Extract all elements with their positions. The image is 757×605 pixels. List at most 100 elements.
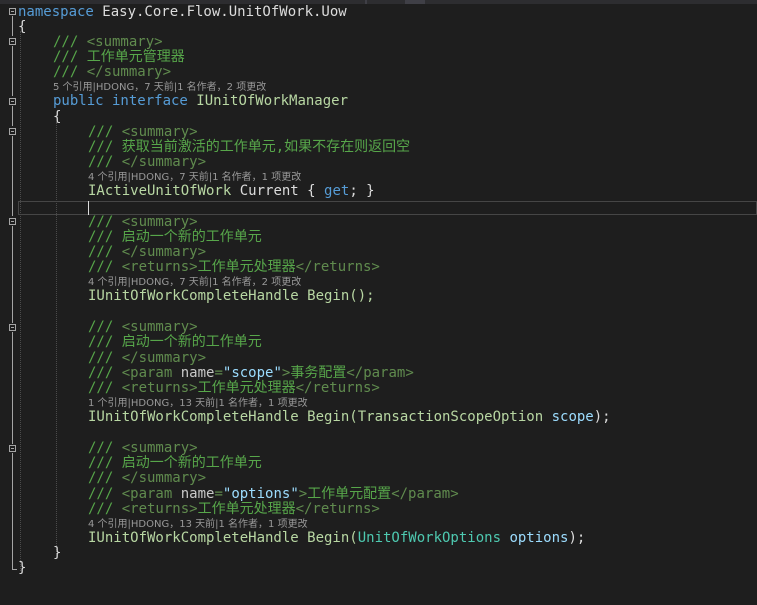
property-name: Current { xyxy=(231,183,325,199)
xml-tag: </returns> xyxy=(295,380,380,396)
brace: } xyxy=(18,560,27,576)
xml-tag: <summary> xyxy=(86,34,163,50)
code-line-open-brace: { xyxy=(18,20,26,35)
xml-attr: name xyxy=(180,486,215,502)
doc-prefix: /// xyxy=(88,380,122,396)
fold-line xyxy=(12,226,13,323)
namespace-name: Easy.Core.Flow.UnitOfWork.Uow xyxy=(93,4,347,20)
xml-tag: <summary> xyxy=(121,319,198,335)
keyword-public: public xyxy=(53,93,104,109)
xml-tag: = xyxy=(214,365,223,381)
code-line-begin-options: IUnitOfWorkCompleteHandle Begin(UnitOfWo… xyxy=(88,531,585,546)
xml-tag: <returns> xyxy=(121,380,198,396)
punctuation: ; } xyxy=(349,183,375,199)
doc-text: 工作单元配置 xyxy=(307,486,392,502)
method-signature: IUnitOfWorkCompleteHandle Begin(); xyxy=(88,288,375,304)
doc-comment-line: /// <summary> xyxy=(88,320,198,335)
code-line-begin: IUnitOfWorkCompleteHandle Begin(); xyxy=(88,289,375,304)
xml-attr: name xyxy=(180,365,215,381)
punctuation: ); xyxy=(568,530,586,546)
doc-prefix: /// xyxy=(88,139,122,155)
doc-comment-line: /// </summary> xyxy=(88,245,206,260)
brace: } xyxy=(53,545,62,561)
doc-comment-line: /// <returns>工作单元处理器</returns> xyxy=(88,381,380,396)
xml-tag: <param xyxy=(121,486,181,502)
current-line-highlight xyxy=(18,201,757,215)
fold-line xyxy=(12,332,13,444)
xml-tag: <summary> xyxy=(121,124,198,140)
parameter-name: options xyxy=(509,530,569,546)
doc-prefix: /// xyxy=(88,501,122,517)
doc-comment-line: /// 启动一个新的工作单元 xyxy=(88,456,262,471)
doc-prefix: /// xyxy=(88,455,122,471)
xml-tag: </returns> xyxy=(295,259,380,275)
fold-toggle-doc-icon[interactable] xyxy=(9,128,16,135)
code-line-close-brace: } xyxy=(18,561,26,576)
doc-comment-line: /// <summary> xyxy=(88,215,198,230)
fold-toggle-doc-icon[interactable] xyxy=(9,218,16,225)
doc-comment-line: /// <returns>工作单元处理器</returns> xyxy=(88,260,380,275)
doc-prefix: /// xyxy=(88,124,122,140)
code-line-interface: public interface IUnitOfWorkManager xyxy=(53,94,348,109)
doc-text: 工作单元处理器 xyxy=(197,501,296,517)
xml-tag: </summary> xyxy=(121,154,207,170)
xml-tag: <returns> xyxy=(121,259,198,275)
brace: { xyxy=(53,109,62,125)
fold-line xyxy=(12,106,13,126)
doc-comment-line: /// 启动一个新的工作单元 xyxy=(88,335,262,350)
fold-toggle-doc-icon[interactable] xyxy=(9,324,16,331)
xml-tag: </summary> xyxy=(121,244,207,260)
fold-line xyxy=(12,453,13,569)
doc-prefix: /// xyxy=(53,49,87,65)
fold-line xyxy=(12,136,13,216)
doc-prefix: /// xyxy=(88,350,122,366)
xml-tag: </summary> xyxy=(121,350,207,366)
method-signature: IUnitOfWorkCompleteHandle Begin( xyxy=(88,530,358,546)
doc-text: 启动一个新的工作单元 xyxy=(121,334,262,350)
punctuation: ); xyxy=(593,409,611,425)
xml-tag: <summary> xyxy=(121,440,198,456)
fold-toggle-doc-icon[interactable] xyxy=(9,38,16,45)
indent-guide xyxy=(56,122,57,554)
doc-text: 启动一个新的工作单元 xyxy=(121,455,262,471)
keyword-get: get xyxy=(324,183,350,199)
doc-prefix: /// xyxy=(88,214,122,230)
doc-prefix: /// xyxy=(88,334,122,350)
fold-toggle-doc-icon[interactable] xyxy=(9,445,16,452)
doc-prefix: /// xyxy=(88,244,122,260)
xml-tag: <summary> xyxy=(121,214,198,230)
brace: { xyxy=(18,19,27,35)
doc-comment-line: /// </summary> xyxy=(88,155,206,170)
fold-toggle-interface-icon[interactable] xyxy=(9,98,16,105)
doc-prefix: /// xyxy=(88,229,122,245)
doc-text: 工作单元处理器 xyxy=(197,380,296,396)
doc-prefix: /// xyxy=(88,154,122,170)
doc-text: 启动一个新的工作单元 xyxy=(121,229,262,245)
code-editor[interactable]: namespace Easy.Core.Flow.UnitOfWork.Uow … xyxy=(0,4,757,605)
doc-prefix: /// xyxy=(88,259,122,275)
text-caret xyxy=(88,201,89,215)
type-name: UnitOfWorkOptions xyxy=(357,530,502,546)
xml-tag: </param> xyxy=(391,486,459,502)
doc-comment-line: /// <param name="scope">事务配置</param> xyxy=(88,365,414,381)
xml-tag: </summary> xyxy=(121,470,207,486)
doc-text: 事务配置 xyxy=(290,365,347,381)
xml-tag: </summary> xyxy=(86,64,172,80)
doc-prefix: /// xyxy=(88,486,122,502)
code-line-namespace: namespace Easy.Core.Flow.UnitOfWork.Uow xyxy=(18,5,347,20)
fold-toggle-namespace-icon[interactable] xyxy=(9,8,16,15)
code-line-current-property: IActiveUnitOfWork Current { get; } xyxy=(88,184,375,199)
keyword-namespace: namespace xyxy=(18,4,94,20)
doc-prefix: /// xyxy=(53,34,87,50)
code-line-close-brace: } xyxy=(53,546,61,561)
method-signature: IUnitOfWorkCompleteHandle Begin(Transact… xyxy=(88,409,552,425)
xml-attr-value: "options" xyxy=(222,486,299,502)
doc-comment-line: /// 工作单元管理器 xyxy=(53,50,185,65)
xml-tag: </returns> xyxy=(295,501,380,517)
fold-line xyxy=(12,16,13,36)
doc-text: 工作单元管理器 xyxy=(86,49,185,65)
interface-name: IUnitOfWorkManager xyxy=(196,93,349,109)
xml-tag: <returns> xyxy=(121,501,198,517)
fold-line xyxy=(12,46,13,96)
indent-guide xyxy=(20,31,21,571)
